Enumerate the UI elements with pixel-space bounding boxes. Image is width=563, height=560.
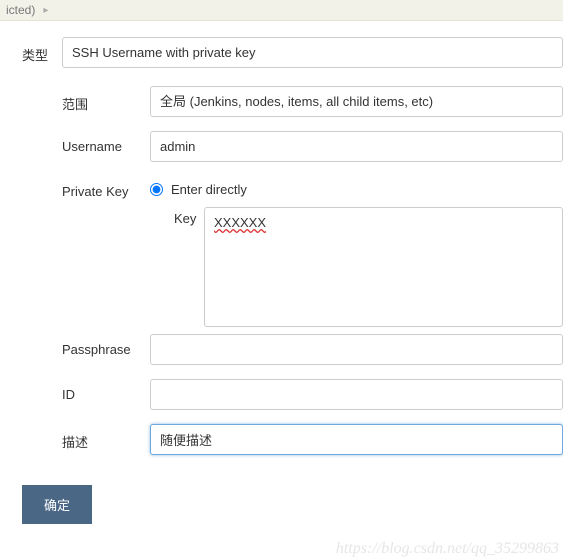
description-label: 描述	[62, 424, 150, 451]
passphrase-label: Passphrase	[62, 334, 150, 357]
username-field[interactable]	[150, 131, 563, 162]
type-label: 类型	[0, 37, 62, 64]
username-label: Username	[62, 131, 150, 154]
passphrase-field[interactable]	[150, 334, 563, 365]
credential-form: 类型 SSH Username with private key 范围 全局 (…	[0, 21, 563, 524]
breadcrumb: icted) ▸	[0, 0, 563, 21]
scope-label: 范围	[62, 86, 150, 113]
description-field[interactable]	[150, 424, 563, 455]
id-label: ID	[62, 379, 150, 402]
watermark: https://blog.csdn.net/qq_35299863	[336, 540, 559, 558]
type-select[interactable]: SSH Username with private key	[62, 37, 563, 68]
scope-select[interactable]: 全局 (Jenkins, nodes, items, all child ite…	[150, 86, 563, 117]
key-label: Key	[150, 207, 204, 226]
submit-button[interactable]: 确定	[22, 485, 92, 524]
breadcrumb-text: icted)	[6, 3, 35, 17]
key-textarea[interactable]	[204, 207, 563, 327]
enter-directly-radio[interactable]	[150, 183, 163, 196]
id-field[interactable]	[150, 379, 563, 410]
enter-directly-label: Enter directly	[171, 182, 247, 197]
private-key-label: Private Key	[62, 176, 150, 199]
chevron-right-icon: ▸	[43, 5, 48, 16]
